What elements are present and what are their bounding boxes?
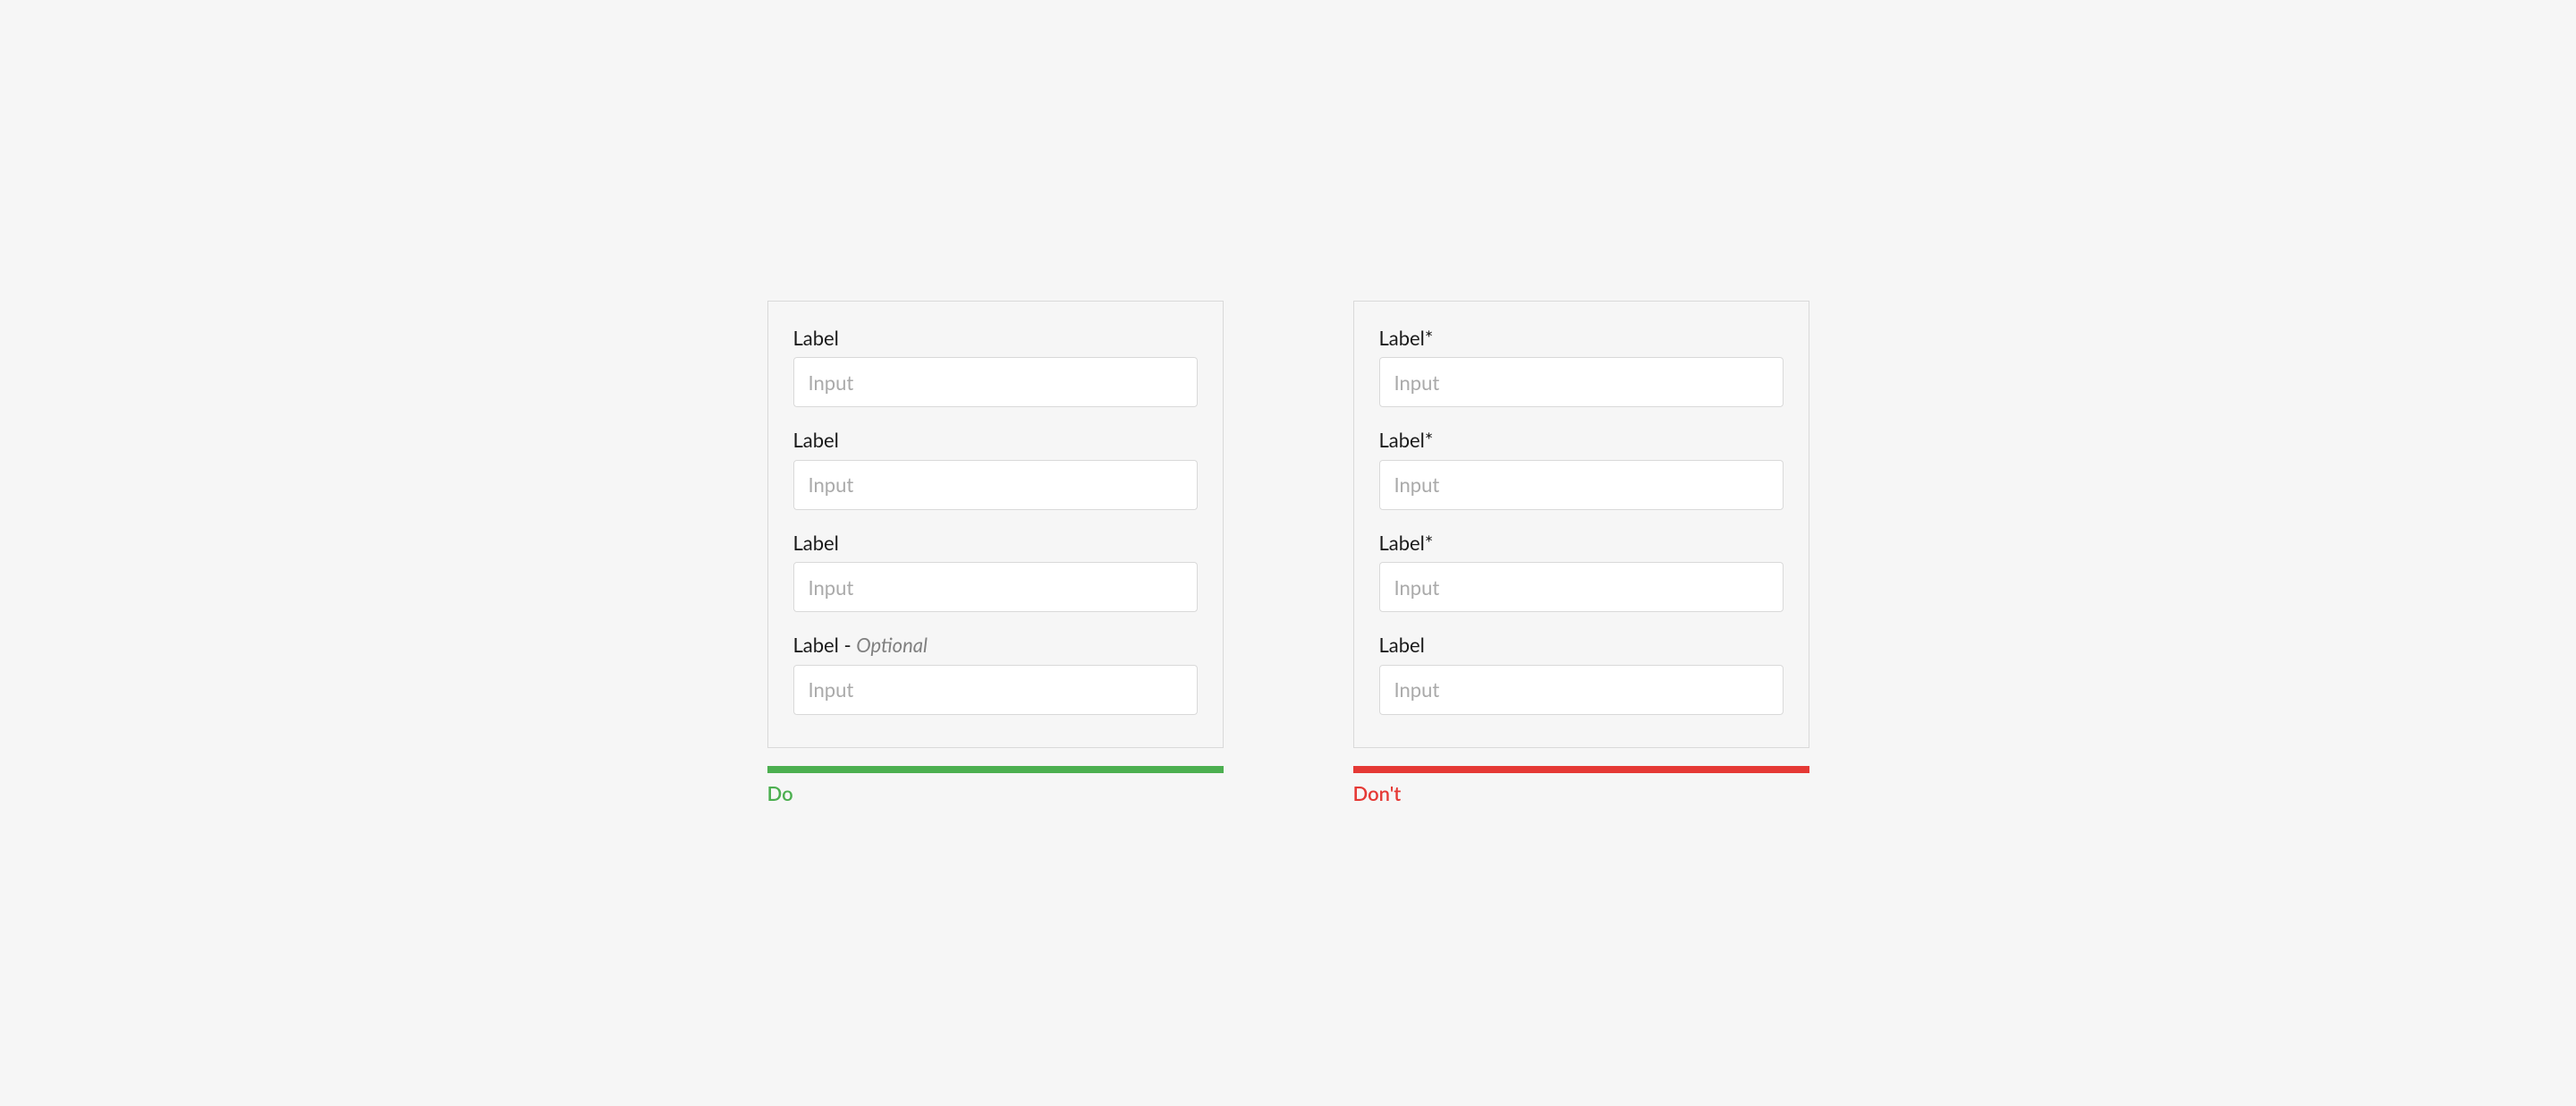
field-label: Label (793, 429, 1198, 452)
do-form-card: Label Label Label Label - Optional (767, 301, 1224, 748)
form-field: Label - Optional (793, 634, 1198, 714)
do-indicator-bar (767, 766, 1224, 773)
do-example: Label Label Label Label - Optional Do (767, 301, 1224, 805)
dont-form-card: Label* Label* Label* Label (1353, 301, 1809, 748)
dont-caption: Don't (1353, 782, 1809, 805)
field-label-optional-text: Optional (856, 633, 928, 657)
text-input[interactable] (793, 562, 1198, 612)
text-input[interactable] (793, 665, 1198, 715)
examples-container: Label Label Label Label - Optional Do (767, 301, 1809, 805)
field-label-optional: Label - Optional (793, 634, 1198, 657)
text-input[interactable] (793, 357, 1198, 407)
text-input[interactable] (1379, 665, 1784, 715)
form-field: Label* (1379, 429, 1784, 509)
field-label: Label* (1379, 429, 1784, 452)
field-label-text: Label - (793, 633, 857, 657)
form-field: Label (1379, 634, 1784, 714)
field-label: Label (1379, 634, 1784, 657)
form-field: Label (793, 429, 1198, 509)
dont-indicator-bar (1353, 766, 1809, 773)
field-label: Label* (1379, 327, 1784, 350)
field-label: Label* (1379, 532, 1784, 555)
field-label: Label (793, 532, 1198, 555)
text-input[interactable] (1379, 357, 1784, 407)
text-input[interactable] (793, 460, 1198, 510)
text-input[interactable] (1379, 460, 1784, 510)
form-field: Label (793, 327, 1198, 407)
do-caption: Do (767, 782, 1224, 805)
form-field: Label* (1379, 532, 1784, 612)
dont-example: Label* Label* Label* Label Don't (1353, 301, 1809, 805)
form-field: Label (793, 532, 1198, 612)
text-input[interactable] (1379, 562, 1784, 612)
form-field: Label* (1379, 327, 1784, 407)
field-label: Label (793, 327, 1198, 350)
